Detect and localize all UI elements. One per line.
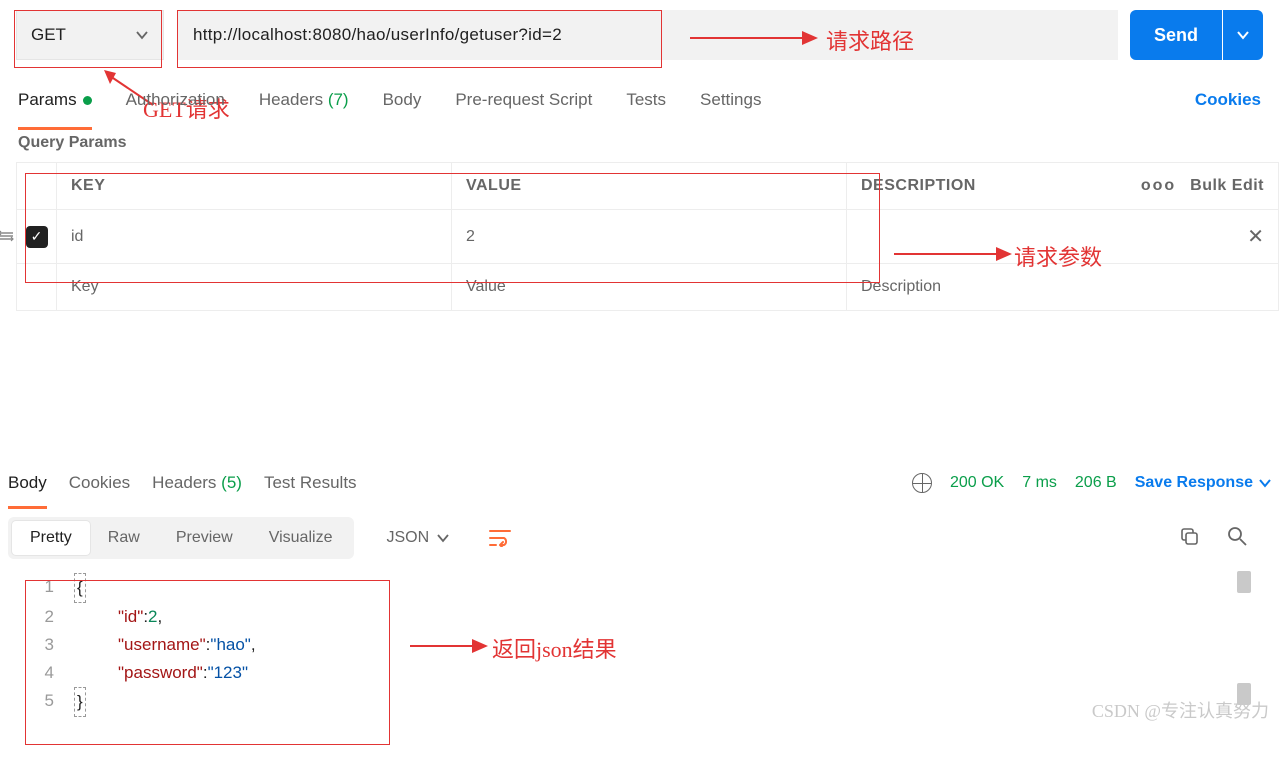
chevron-down-icon bbox=[1259, 477, 1271, 489]
tab-prerequest[interactable]: Pre-request Script bbox=[455, 84, 592, 116]
tab-body[interactable]: Body bbox=[383, 84, 422, 116]
bulk-edit-button[interactable]: Bulk Edit bbox=[1190, 177, 1264, 195]
status-code: 200 OK bbox=[950, 474, 1004, 492]
request-tabs: Params Authorization Headers (7) Body Pr… bbox=[0, 84, 1279, 116]
key-placeholder[interactable]: Key bbox=[57, 264, 452, 311]
cookies-link[interactable]: Cookies bbox=[1195, 90, 1261, 110]
response-body[interactable]: 1{ 2"id": 2, 3"username": "hao", 4"passw… bbox=[0, 565, 1279, 727]
copy-icon[interactable] bbox=[1179, 526, 1199, 551]
send-button[interactable]: Send bbox=[1130, 10, 1222, 60]
globe-icon[interactable] bbox=[912, 473, 932, 493]
delete-row-icon[interactable]: ✕ bbox=[1247, 224, 1264, 249]
response-time: 7 ms bbox=[1022, 474, 1057, 492]
tab-tests[interactable]: Tests bbox=[626, 84, 666, 116]
col-value: VALUE bbox=[452, 163, 847, 210]
col-key: KEY bbox=[57, 163, 452, 210]
url-input[interactable]: http://localhost:8080/hao/userInfo/getus… bbox=[178, 10, 1118, 60]
resp-tab-headers[interactable]: Headers (5) bbox=[152, 467, 242, 499]
value-placeholder[interactable]: Value bbox=[452, 264, 847, 311]
response-size: 206 B bbox=[1075, 474, 1117, 492]
checkbox-checked[interactable]: ✓ bbox=[26, 226, 48, 248]
table-row[interactable]: ✓ id 2 ✕ bbox=[17, 210, 1279, 264]
body-toolbar: Pretty Raw Preview Visualize JSON bbox=[0, 499, 1279, 565]
resp-tab-body[interactable]: Body bbox=[8, 467, 47, 499]
chevron-down-icon bbox=[135, 28, 149, 42]
col-description: DESCRIPTION ooo Bulk Edit bbox=[847, 163, 1279, 210]
url-text: http://localhost:8080/hao/userInfo/getus… bbox=[193, 25, 562, 45]
method-select[interactable]: GET bbox=[16, 10, 164, 60]
params-table: KEY VALUE DESCRIPTION ooo Bulk Edit ✓ id… bbox=[16, 162, 1279, 311]
query-params-label: Query Params bbox=[0, 116, 1279, 162]
table-header-row: KEY VALUE DESCRIPTION ooo Bulk Edit bbox=[17, 163, 1279, 210]
view-raw[interactable]: Raw bbox=[90, 521, 158, 555]
resp-tab-tests[interactable]: Test Results bbox=[264, 467, 357, 499]
response-bar: Body Cookies Headers (5) Test Results 20… bbox=[0, 467, 1279, 499]
view-preview[interactable]: Preview bbox=[158, 521, 251, 555]
resp-tab-cookies[interactable]: Cookies bbox=[69, 467, 130, 499]
desc-placeholder[interactable]: Description bbox=[847, 264, 1279, 311]
tab-params[interactable]: Params bbox=[18, 84, 92, 116]
drag-handle-icon[interactable] bbox=[0, 228, 14, 249]
request-bar: GET http://localhost:8080/hao/userInfo/g… bbox=[0, 0, 1279, 70]
format-select[interactable]: JSON bbox=[372, 521, 463, 555]
param-key[interactable]: id bbox=[57, 210, 452, 264]
more-options-icon[interactable]: ooo bbox=[1141, 177, 1176, 195]
watermark: CSDN @专注认真努力 bbox=[1092, 697, 1269, 723]
param-value[interactable]: 2 bbox=[452, 210, 847, 264]
send-group: Send bbox=[1130, 10, 1263, 60]
send-dropdown[interactable] bbox=[1223, 10, 1263, 60]
scrollbar-thumb[interactable] bbox=[1237, 571, 1251, 593]
view-pretty[interactable]: Pretty bbox=[12, 521, 90, 555]
dot-icon bbox=[83, 96, 92, 105]
tab-headers[interactable]: Headers (7) bbox=[259, 84, 349, 116]
view-segmented: Pretty Raw Preview Visualize bbox=[8, 517, 354, 559]
chevron-down-icon bbox=[437, 532, 449, 544]
param-desc[interactable]: ✕ bbox=[847, 210, 1279, 264]
view-visualize[interactable]: Visualize bbox=[251, 521, 351, 555]
wrap-lines-icon[interactable] bbox=[481, 519, 519, 557]
save-response-button[interactable]: Save Response bbox=[1135, 474, 1271, 492]
method-value: GET bbox=[31, 25, 66, 45]
tab-authorization[interactable]: Authorization bbox=[126, 84, 225, 116]
table-row-empty[interactable]: Key Value Description bbox=[17, 264, 1279, 311]
search-icon[interactable] bbox=[1227, 526, 1247, 551]
tab-settings[interactable]: Settings bbox=[700, 84, 761, 116]
